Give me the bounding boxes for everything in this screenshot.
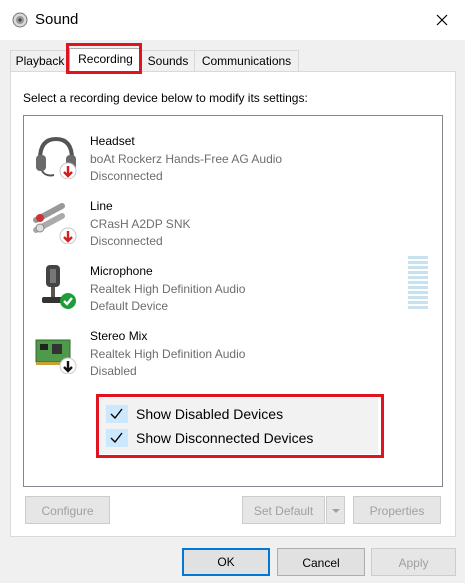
- device-name: Microphone: [90, 264, 153, 278]
- device-name: Line: [90, 199, 113, 213]
- speaker-icon: [12, 12, 28, 28]
- device-description: CRasH A2DP SNK: [90, 217, 191, 231]
- device-description: boAt Rockerz Hands-Free AG Audio: [90, 152, 283, 166]
- context-menu: Show Disabled Devices Show Disconnected …: [100, 398, 378, 454]
- device-description: Realtek High Definition Audio: [90, 347, 246, 361]
- tab-playback[interactable]: Playback: [10, 50, 70, 71]
- set-default-button[interactable]: Set Default: [242, 496, 325, 524]
- window-title: Sound: [35, 11, 79, 28]
- menu-item-show-disabled[interactable]: Show Disabled Devices: [100, 402, 378, 426]
- instruction-text: Select a recording device below to modif…: [23, 91, 308, 105]
- device-status: Disconnected: [90, 234, 163, 248]
- apply-button[interactable]: Apply: [371, 548, 456, 576]
- ok-button[interactable]: OK: [182, 548, 270, 576]
- device-status: Disabled: [90, 364, 137, 378]
- tab-communications[interactable]: Communications: [194, 50, 299, 71]
- chevron-down-icon: [331, 509, 340, 513]
- headset-icon: [32, 131, 80, 180]
- device-item-microphone[interactable]: Microphone Realtek High Definition Audio…: [24, 251, 442, 316]
- cancel-button[interactable]: Cancel: [277, 548, 365, 576]
- close-icon: [436, 14, 448, 26]
- device-name: Headset: [90, 134, 135, 148]
- device-status: Disconnected: [90, 169, 163, 183]
- device-item-line[interactable]: Line CRasH A2DP SNK Disconnected: [24, 186, 442, 251]
- title-bar: Sound: [0, 0, 465, 40]
- line-in-icon: [32, 196, 80, 245]
- sound-card-icon: [32, 326, 80, 375]
- microphone-icon: [32, 261, 80, 309]
- tab-recording[interactable]: Recording: [69, 48, 142, 72]
- checkmark-icon: [106, 429, 128, 447]
- tab-sounds[interactable]: Sounds: [141, 50, 195, 71]
- menu-item-label: Show Disconnected Devices: [136, 430, 314, 446]
- menu-item-show-disconnected[interactable]: Show Disconnected Devices: [100, 426, 378, 450]
- properties-button[interactable]: Properties: [353, 496, 441, 524]
- checkmark-icon: [106, 405, 128, 423]
- menu-item-label: Show Disabled Devices: [136, 406, 284, 422]
- device-description: Realtek High Definition Audio: [90, 282, 246, 296]
- device-name: Stereo Mix: [90, 329, 148, 343]
- device-item-headset[interactable]: Headset boAt Rockerz Hands-Free AG Audio…: [24, 121, 442, 186]
- microphone-level-meter: [408, 256, 428, 311]
- configure-button[interactable]: Configure: [25, 496, 110, 524]
- device-status: Default Device: [90, 299, 169, 313]
- close-button[interactable]: [419, 0, 465, 40]
- device-item-stereo-mix[interactable]: Stereo Mix Realtek High Definition Audio…: [24, 316, 442, 381]
- set-default-dropdown-button[interactable]: [326, 496, 345, 524]
